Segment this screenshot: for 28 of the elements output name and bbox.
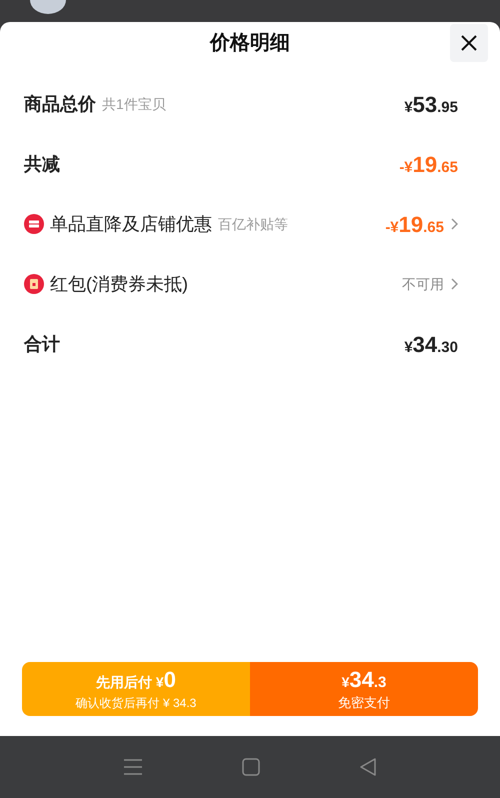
tag-icon (24, 214, 44, 234)
row-label: 红包(消费券未抵) (50, 272, 188, 296)
row-label: 共减 (24, 152, 60, 176)
pay-now-amount: ¥34.3 (342, 668, 386, 694)
envelope-icon (24, 274, 44, 294)
pay-later-subtitle: 确认收货后再付 ¥ 34.3 (76, 694, 196, 710)
menu-icon[interactable] (124, 759, 142, 775)
row-note: 共1件宝贝 (102, 94, 166, 114)
chevron-right-icon (450, 218, 458, 230)
price-detail-row[interactable]: 红包(消费券未抵) 不可用 (24, 254, 458, 314)
back-icon[interactable] (360, 758, 376, 776)
close-icon (461, 35, 477, 51)
price: -¥19.65 (385, 210, 444, 238)
price: ¥53.95 (404, 90, 458, 118)
home-icon[interactable] (242, 758, 260, 776)
price-detail-row[interactable]: 单品直降及店铺优惠 百亿补贴等 -¥19.65 (24, 194, 458, 254)
pay-now-subtitle: 免密支付 (338, 694, 390, 710)
chevron-right-icon (450, 278, 458, 290)
pay-later-label: 先用后付 ¥0 (96, 668, 176, 694)
price: ¥34.30 (404, 330, 458, 358)
sheet-title: 价格明细 (210, 31, 290, 56)
close-button[interactable] (450, 24, 488, 62)
row-label: 商品总价 (24, 92, 96, 116)
row-note: 百亿补贴等 (218, 214, 288, 234)
status-text: 不可用 (402, 274, 444, 294)
row-label: 合计 (24, 332, 60, 356)
price: -¥19.65 (399, 150, 458, 178)
row-label: 单品直降及店铺优惠 (50, 212, 212, 236)
